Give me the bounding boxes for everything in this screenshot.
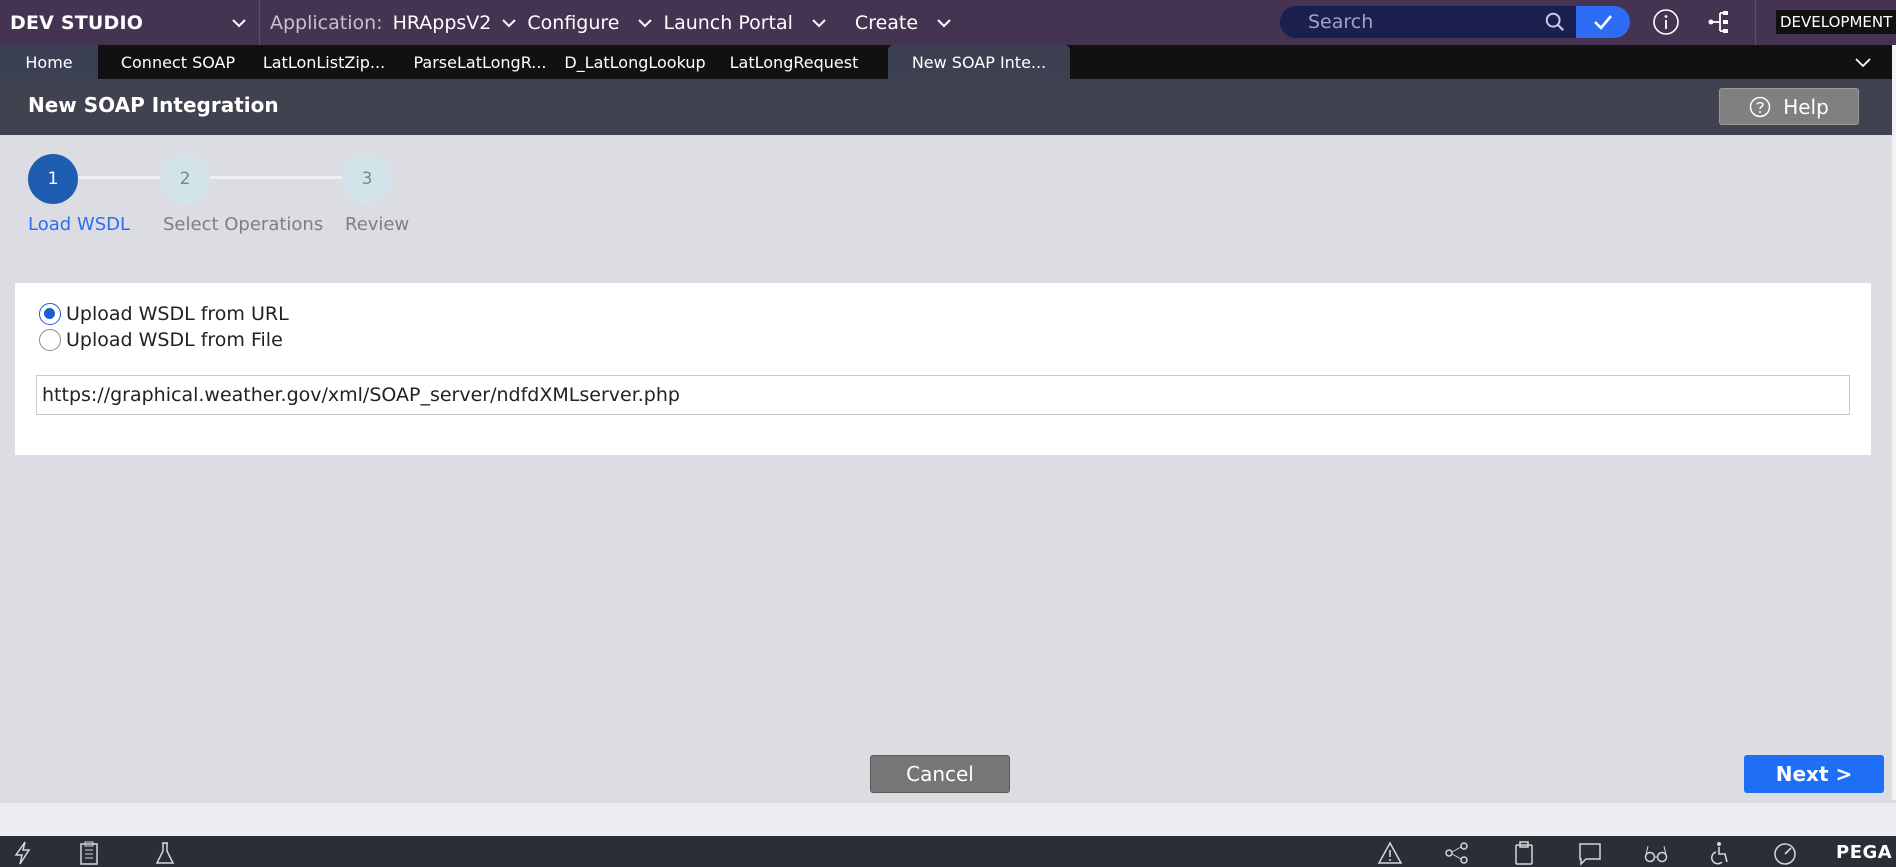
help-label: Help bbox=[1783, 94, 1829, 119]
cancel-button[interactable]: Cancel bbox=[870, 755, 1010, 793]
menu-create-label: Create bbox=[854, 11, 919, 34]
check-icon bbox=[1594, 15, 1613, 30]
tab-new-soap-integration[interactable]: New SOAP Inte... bbox=[888, 45, 1070, 79]
step-connector bbox=[78, 176, 168, 179]
studio-name: DEV STUDIO bbox=[10, 11, 144, 34]
document-tabs: Home Connect SOAP LatLonListZip... Parse… bbox=[0, 45, 1896, 79]
page-title: New SOAP Integration bbox=[28, 93, 279, 117]
menu-create[interactable]: Create bbox=[855, 0, 954, 45]
step-3-indicator[interactable]: 3 bbox=[342, 154, 392, 204]
pega-logo: PEGA bbox=[1836, 842, 1893, 863]
wizard-stepper: 1 2 3 Load WSDL Select Operations Review bbox=[0, 135, 1892, 275]
chevron-down-icon bbox=[499, 13, 519, 33]
application-label: Application: bbox=[270, 11, 383, 34]
tab-d-latlonglookup[interactable]: D_LatLongLookup bbox=[564, 45, 705, 79]
help-button[interactable]: Help bbox=[1719, 88, 1859, 125]
share-nodes-icon[interactable] bbox=[1444, 840, 1470, 866]
gauge-icon[interactable] bbox=[1772, 840, 1798, 866]
bottom-toolbar: PEGA bbox=[0, 836, 1896, 867]
step-2-indicator[interactable]: 2 bbox=[160, 154, 210, 204]
option-upload-file[interactable]: Upload WSDL from File bbox=[39, 329, 283, 351]
chevron-down-icon bbox=[635, 13, 655, 33]
radio-upload-file[interactable] bbox=[39, 329, 61, 351]
menu-configure[interactable]: Configure bbox=[527, 0, 655, 45]
chat-icon[interactable] bbox=[1577, 840, 1603, 866]
studio-switcher[interactable]: DEV STUDIO bbox=[0, 0, 260, 45]
lightning-icon[interactable] bbox=[10, 840, 36, 866]
step-2-label: Select Operations bbox=[163, 214, 324, 235]
chevron-down-icon bbox=[934, 13, 954, 33]
search-placeholder: Search bbox=[1308, 11, 1374, 33]
tab-latlongrequest[interactable]: LatLongRequest bbox=[700, 45, 888, 79]
option-upload-file-label: Upload WSDL from File bbox=[66, 329, 283, 351]
tab-home[interactable]: Home bbox=[0, 45, 98, 79]
clipboard-list-icon[interactable] bbox=[76, 840, 102, 866]
scrollbar[interactable] bbox=[1892, 45, 1896, 800]
wsdl-source-panel: Upload WSDL from URL Upload WSDL from Fi… bbox=[15, 283, 1871, 455]
chevron-down-icon bbox=[809, 13, 829, 33]
hierarchy-icon[interactable] bbox=[1706, 8, 1734, 36]
tab-parselatlongr[interactable]: ParseLatLongR... bbox=[390, 45, 570, 79]
check-button[interactable] bbox=[1576, 6, 1630, 38]
application-name: HRAppsV2 bbox=[392, 11, 492, 34]
tab-latlonlistzip[interactable]: LatLonListZip... bbox=[258, 45, 390, 79]
page-header: New SOAP Integration Help bbox=[0, 79, 1892, 135]
menu-launch-portal-label: Launch Portal bbox=[663, 11, 793, 34]
tab-connect-soap[interactable]: Connect SOAP bbox=[98, 45, 258, 79]
step-3-label: Review bbox=[345, 214, 410, 235]
step-connector bbox=[210, 176, 350, 179]
glasses-icon[interactable] bbox=[1643, 840, 1669, 866]
menu-configure-label: Configure bbox=[527, 11, 620, 34]
chevron-down-icon[interactable] bbox=[1852, 51, 1874, 73]
top-bar: DEV STUDIO Application: HRAppsV2 Configu… bbox=[0, 0, 1896, 45]
search-input[interactable]: Search bbox=[1280, 6, 1577, 38]
accessibility-icon[interactable] bbox=[1707, 840, 1733, 866]
flask-icon[interactable] bbox=[152, 840, 178, 866]
step-1-label: Load WSDL bbox=[28, 214, 131, 235]
search-bar: Search bbox=[1280, 6, 1630, 38]
environment-badge: DEVELOPMENT bbox=[1776, 10, 1896, 34]
wsdl-url-field[interactable] bbox=[36, 375, 1850, 415]
next-button[interactable]: Next > bbox=[1744, 755, 1884, 793]
warning-icon[interactable] bbox=[1377, 840, 1403, 866]
chevron-down-icon bbox=[229, 13, 249, 33]
footer-strip bbox=[0, 803, 1896, 836]
search-icon[interactable] bbox=[1544, 11, 1566, 33]
info-icon[interactable] bbox=[1652, 8, 1680, 36]
option-upload-url[interactable]: Upload WSDL from URL bbox=[39, 303, 289, 325]
radio-upload-url[interactable] bbox=[39, 303, 61, 325]
option-upload-url-label: Upload WSDL from URL bbox=[66, 303, 289, 325]
application-switcher[interactable]: Application: HRAppsV2 bbox=[260, 0, 519, 45]
menu-launch-portal[interactable]: Launch Portal bbox=[663, 0, 828, 45]
divider bbox=[1755, 0, 1756, 45]
step-1-indicator[interactable]: 1 bbox=[28, 154, 78, 204]
help-icon bbox=[1749, 96, 1771, 117]
clipboard-icon[interactable] bbox=[1511, 840, 1537, 866]
